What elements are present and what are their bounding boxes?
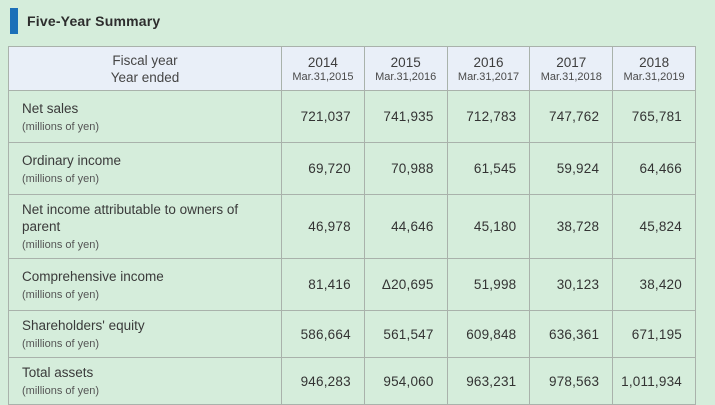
title-accent-bar [10, 8, 18, 34]
value-cell: 954,060 [364, 358, 447, 405]
row-label-cell: Ordinary income (millions of yen) [9, 143, 282, 195]
value-cell: 609,848 [447, 311, 530, 358]
row-label-cell: Net sales (millions of yen) [9, 91, 282, 143]
header-column-2017: 2017 Mar.31,2018 [530, 47, 613, 91]
row-label: Net sales [22, 100, 273, 117]
value-cell: 963,231 [447, 358, 530, 405]
row-label-cell: Net income attributable to owners of par… [9, 195, 282, 259]
header-column-2014: 2014 Mar.31,2015 [282, 47, 365, 91]
value-cell: 946,283 [282, 358, 365, 405]
header-fiscal-year-label: Fiscal year [9, 52, 281, 69]
row-label: Net income attributable to owners of par… [22, 201, 273, 235]
table-row-net-sales: Net sales (millions of yen) 721,037 741,… [9, 91, 696, 143]
header-column-2016: 2016 Mar.31,2017 [447, 47, 530, 91]
table-row-net-income: Net income attributable to owners of par… [9, 195, 696, 259]
table-row-total-assets: Total assets (millions of yen) 946,283 9… [9, 358, 696, 405]
header-column-2018: 2018 Mar.31,2019 [613, 47, 696, 91]
header-column-2015: 2015 Mar.31,2016 [364, 47, 447, 91]
table-header-row: Fiscal year Year ended 2014 Mar.31,2015 … [9, 47, 696, 91]
value-cell: 51,998 [447, 259, 530, 311]
row-label: Shareholders' equity [22, 317, 273, 334]
value-cell: 38,420 [613, 259, 696, 311]
value-cell: 671,195 [613, 311, 696, 358]
value-cell: 30,123 [530, 259, 613, 311]
value-cell: 721,037 [282, 91, 365, 143]
value-cell: 81,416 [282, 259, 365, 311]
row-unit: (millions of yen) [22, 288, 273, 302]
table-row-comprehensive-income: Comprehensive income (millions of yen) 8… [9, 259, 696, 311]
value-cell: 59,924 [530, 143, 613, 195]
row-unit: (millions of yen) [22, 120, 273, 134]
value-cell: Δ20,695 [364, 259, 447, 311]
row-label-cell: Shareholders' equity (millions of yen) [9, 311, 282, 358]
value-cell: 747,762 [530, 91, 613, 143]
row-label: Comprehensive income [22, 268, 273, 285]
row-unit: (millions of yen) [22, 384, 273, 398]
table-row-ordinary-income: Ordinary income (millions of yen) 69,720… [9, 143, 696, 195]
value-cell: 978,563 [530, 358, 613, 405]
header-year: 2015 [365, 54, 447, 71]
header-fiscal-year-cell: Fiscal year Year ended [9, 47, 282, 91]
value-cell: 45,180 [447, 195, 530, 259]
value-cell: 44,646 [364, 195, 447, 259]
value-cell: 38,728 [530, 195, 613, 259]
header-ended-date: Mar.31,2015 [282, 71, 364, 84]
value-cell: 741,935 [364, 91, 447, 143]
header-ended-date: Mar.31,2016 [365, 71, 447, 84]
value-cell: 61,545 [447, 143, 530, 195]
value-cell: 46,978 [282, 195, 365, 259]
row-label-cell: Total assets (millions of yen) [9, 358, 282, 405]
row-unit: (millions of yen) [22, 337, 273, 351]
table-row-shareholders-equity: Shareholders' equity (millions of yen) 5… [9, 311, 696, 358]
header-year: 2017 [530, 54, 612, 71]
five-year-summary-table: Fiscal year Year ended 2014 Mar.31,2015 … [8, 46, 696, 405]
value-cell: 64,466 [613, 143, 696, 195]
header-ended-date: Mar.31,2017 [448, 71, 530, 84]
row-unit: (millions of yen) [22, 238, 273, 252]
value-cell: 45,824 [613, 195, 696, 259]
header-year: 2018 [613, 54, 695, 71]
section-title-row: Five-Year Summary [10, 7, 715, 34]
header-ended-date: Mar.31,2019 [613, 71, 695, 84]
row-label: Total assets [22, 364, 273, 381]
value-cell: 561,547 [364, 311, 447, 358]
value-cell: 765,781 [613, 91, 696, 143]
value-cell: 70,988 [364, 143, 447, 195]
header-year-ended-label: Year ended [9, 69, 281, 86]
row-label: Ordinary income [22, 152, 273, 169]
page-title: Five-Year Summary [27, 13, 160, 29]
header-year: 2014 [282, 54, 364, 71]
header-ended-date: Mar.31,2018 [530, 71, 612, 84]
value-cell: 69,720 [282, 143, 365, 195]
value-cell: 712,783 [447, 91, 530, 143]
row-unit: (millions of yen) [22, 172, 273, 186]
header-year: 2016 [448, 54, 530, 71]
value-cell: 586,664 [282, 311, 365, 358]
value-cell: 636,361 [530, 311, 613, 358]
row-label-cell: Comprehensive income (millions of yen) [9, 259, 282, 311]
value-cell: 1,011,934 [613, 358, 696, 405]
